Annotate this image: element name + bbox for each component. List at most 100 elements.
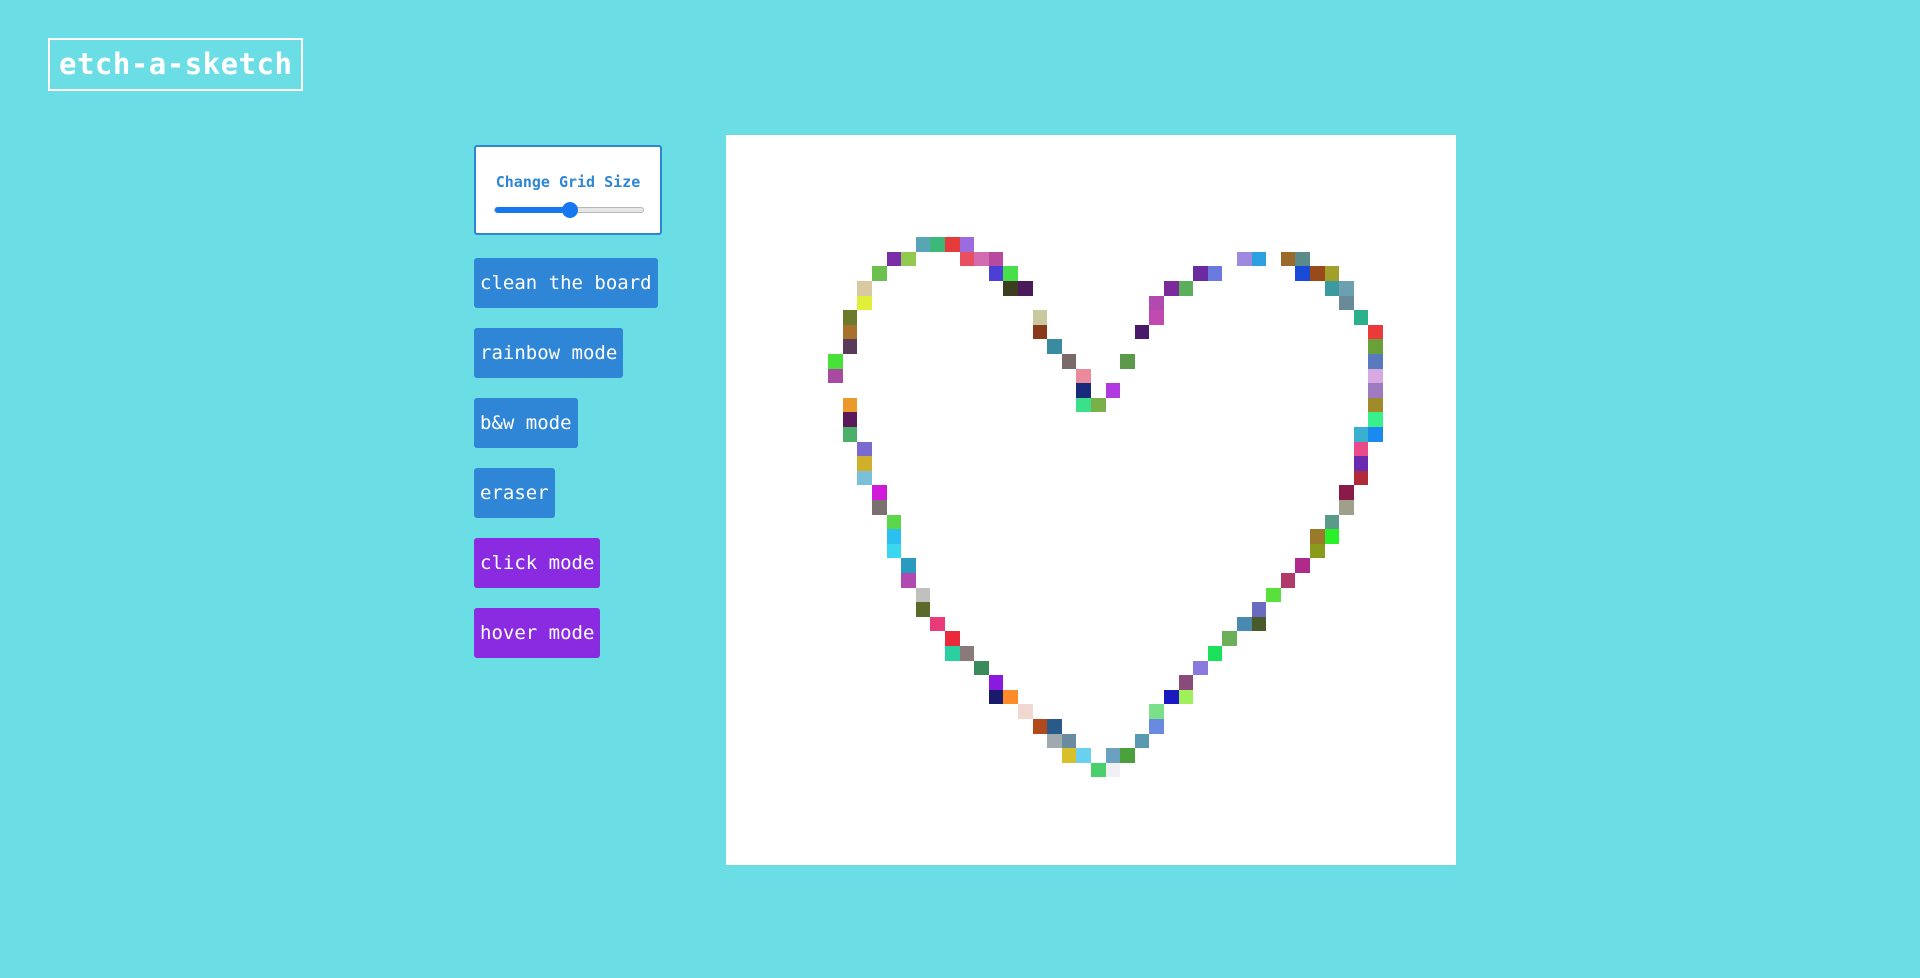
painted-cell[interactable]	[1237, 616, 1252, 632]
bw-mode-button[interactable]: b&w mode	[474, 398, 578, 448]
painted-cell[interactable]	[857, 456, 872, 471]
painted-cell[interactable]	[1032, 310, 1048, 325]
painted-cell[interactable]	[1003, 266, 1018, 281]
painted-cell[interactable]	[974, 660, 989, 676]
painted-cell[interactable]	[1353, 456, 1369, 471]
painted-cell[interactable]	[1222, 631, 1237, 646]
painted-cell[interactable]	[1295, 266, 1310, 281]
painted-cell[interactable]	[1368, 427, 1383, 442]
painted-cell[interactable]	[1061, 733, 1077, 749]
sketch-board[interactable]	[726, 135, 1456, 865]
painted-cell[interactable]	[1368, 383, 1383, 398]
painted-cell[interactable]	[1032, 719, 1048, 734]
painted-cell[interactable]	[1353, 441, 1369, 457]
painted-cell[interactable]	[1164, 689, 1179, 705]
painted-cell[interactable]	[872, 266, 887, 281]
painted-cell[interactable]	[1251, 616, 1267, 632]
painted-cell[interactable]	[1251, 602, 1267, 617]
painted-cell[interactable]	[872, 485, 887, 500]
painted-cell[interactable]	[901, 251, 916, 267]
painted-cell[interactable]	[945, 631, 960, 646]
eraser-button[interactable]: eraser	[474, 468, 555, 518]
painted-cell[interactable]	[1164, 281, 1179, 296]
painted-cell[interactable]	[1047, 339, 1062, 354]
painted-cell[interactable]	[842, 324, 858, 340]
rainbow-mode-button[interactable]: rainbow mode	[474, 328, 624, 378]
painted-cell[interactable]	[1149, 310, 1164, 325]
painted-cell[interactable]	[1353, 470, 1369, 486]
painted-cell[interactable]	[857, 470, 872, 486]
painted-cell[interactable]	[945, 646, 960, 661]
painted-cell[interactable]	[1310, 543, 1325, 559]
painted-cell[interactable]	[1105, 748, 1121, 763]
painted-cell[interactable]	[1207, 646, 1223, 661]
painted-cell[interactable]	[842, 310, 858, 325]
painted-cell[interactable]	[1091, 762, 1106, 778]
painted-cell[interactable]	[1324, 514, 1340, 530]
painted-cell[interactable]	[1134, 733, 1150, 749]
painted-cell[interactable]	[901, 573, 916, 588]
painted-cell[interactable]	[828, 354, 843, 369]
painted-cell[interactable]	[1193, 266, 1208, 281]
painted-cell[interactable]	[1368, 412, 1383, 427]
painted-cell[interactable]	[886, 251, 902, 267]
painted-cell[interactable]	[1310, 266, 1325, 281]
painted-cell[interactable]	[1149, 704, 1164, 719]
painted-cell[interactable]	[1032, 324, 1048, 340]
painted-cell[interactable]	[842, 412, 858, 427]
painted-cell[interactable]	[1368, 368, 1383, 384]
painted-cell[interactable]	[1368, 397, 1383, 413]
painted-cell[interactable]	[1368, 324, 1383, 340]
painted-cell[interactable]	[1207, 266, 1223, 281]
painted-cell[interactable]	[1149, 719, 1164, 734]
painted-cell[interactable]	[1061, 354, 1077, 369]
painted-cell[interactable]	[828, 368, 843, 384]
painted-cell[interactable]	[901, 558, 916, 573]
painted-cell[interactable]	[1368, 354, 1383, 369]
painted-cell[interactable]	[1339, 485, 1354, 500]
painted-cell[interactable]	[1091, 397, 1106, 413]
painted-cell[interactable]	[842, 427, 858, 442]
painted-cell[interactable]	[1368, 339, 1383, 354]
painted-cell[interactable]	[886, 514, 902, 530]
painted-cell[interactable]	[974, 251, 989, 267]
painted-cell[interactable]	[1047, 719, 1062, 734]
painted-cell[interactable]	[945, 237, 960, 252]
painted-cell[interactable]	[1324, 266, 1340, 281]
painted-cell[interactable]	[842, 397, 858, 413]
painted-cell[interactable]	[915, 587, 931, 603]
painted-cell[interactable]	[842, 339, 858, 354]
painted-cell[interactable]	[1061, 748, 1077, 763]
painted-cell[interactable]	[1178, 281, 1194, 296]
painted-cell[interactable]	[1178, 689, 1194, 705]
clean-board-button[interactable]: clean the board	[474, 258, 658, 308]
painted-cell[interactable]	[1076, 383, 1091, 398]
painted-cell[interactable]	[1339, 295, 1354, 311]
painted-cell[interactable]	[959, 237, 975, 252]
painted-cell[interactable]	[1178, 675, 1194, 690]
painted-cell[interactable]	[1280, 573, 1296, 588]
painted-cell[interactable]	[988, 266, 1004, 281]
painted-cell[interactable]	[886, 543, 902, 559]
painted-cell[interactable]	[1047, 733, 1062, 749]
painted-cell[interactable]	[1266, 587, 1281, 603]
painted-cell[interactable]	[988, 689, 1004, 705]
painted-cell[interactable]	[1105, 762, 1121, 778]
painted-cell[interactable]	[1018, 281, 1033, 296]
grid-size-slider[interactable]	[494, 202, 644, 218]
painted-cell[interactable]	[1134, 324, 1150, 340]
painted-cell[interactable]	[1280, 251, 1296, 267]
painted-cell[interactable]	[988, 675, 1004, 690]
painted-cell[interactable]	[930, 616, 945, 632]
painted-cell[interactable]	[988, 251, 1004, 267]
painted-cell[interactable]	[857, 441, 872, 457]
painted-cell[interactable]	[872, 500, 887, 515]
painted-cell[interactable]	[1076, 397, 1091, 413]
painted-cell[interactable]	[1018, 704, 1033, 719]
painted-cell[interactable]	[1003, 281, 1018, 296]
painted-cell[interactable]	[1310, 529, 1325, 544]
painted-cell[interactable]	[959, 251, 975, 267]
painted-cell[interactable]	[857, 295, 872, 311]
painted-cell[interactable]	[1353, 427, 1369, 442]
painted-cell[interactable]	[1339, 281, 1354, 296]
